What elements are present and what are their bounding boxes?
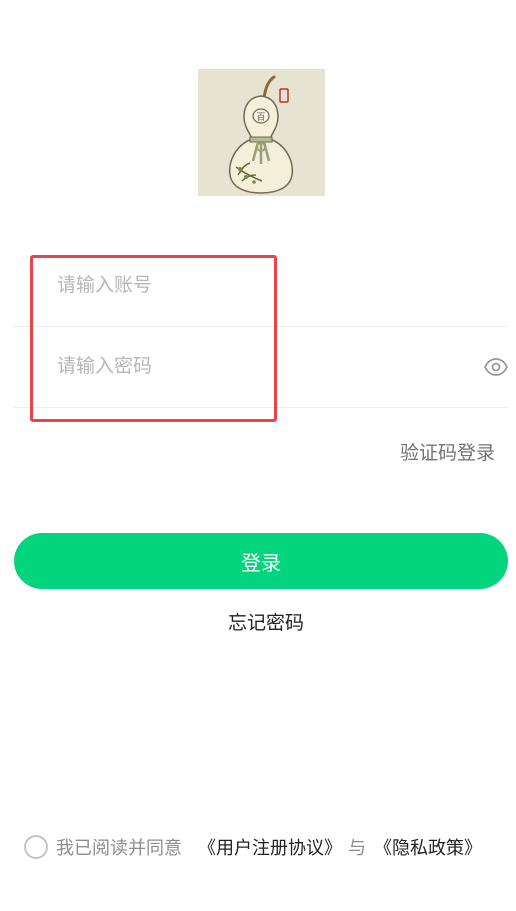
eye-icon[interactable]	[484, 356, 508, 378]
sms-code-login-link[interactable]: 验证码登录	[400, 438, 495, 465]
gourd-icon: 百	[228, 75, 294, 194]
user-agreement-link[interactable]: 《用户注册协议》	[198, 834, 342, 860]
login-button[interactable]: 登录	[14, 533, 508, 589]
privacy-policy-link[interactable]: 《隐私政策》	[374, 834, 482, 860]
agreement-row: 我已阅读并同意 《用户注册协议》 与 《隐私政策》	[24, 834, 482, 860]
agreement-radio[interactable]	[24, 835, 48, 859]
password-input[interactable]	[57, 346, 457, 386]
agreement-conjunction: 与	[348, 838, 366, 859]
account-input[interactable]	[57, 265, 457, 305]
agreement-prefix: 我已阅读并同意	[56, 838, 182, 859]
account-field	[14, 245, 508, 327]
seal-text: 百	[256, 112, 265, 123]
forgot-password-link[interactable]: 忘记密码	[0, 608, 516, 635]
password-field	[14, 326, 508, 408]
app-logo: 百	[198, 69, 325, 196]
